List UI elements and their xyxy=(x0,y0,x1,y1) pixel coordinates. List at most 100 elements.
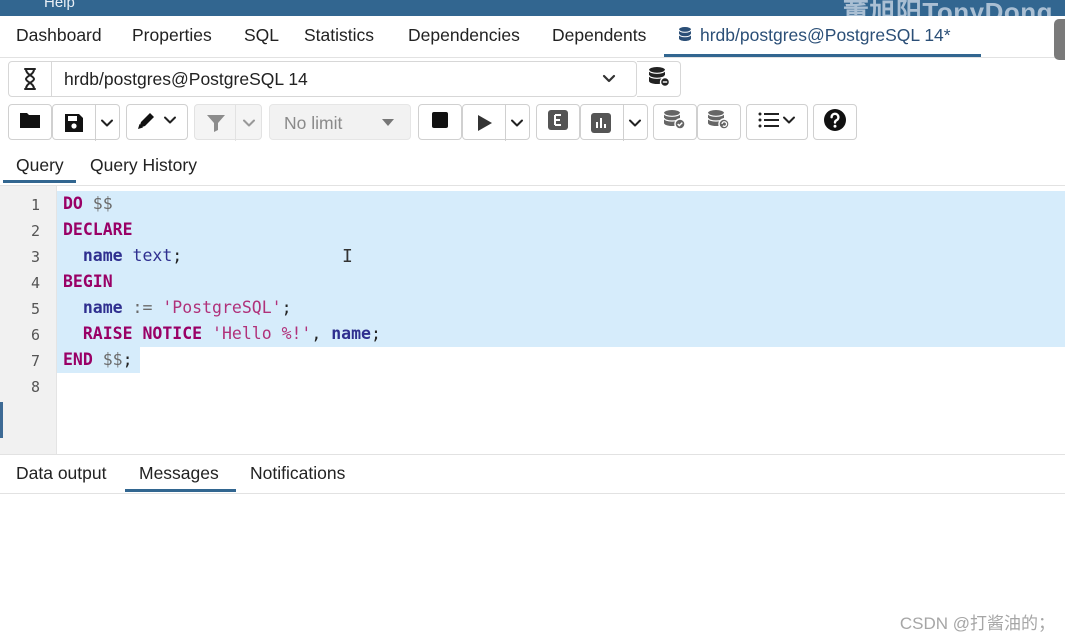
code-token: BEGIN xyxy=(63,272,113,291)
explain-analyze-button[interactable] xyxy=(580,104,648,141)
code-token: 'Hello %!' xyxy=(212,324,312,343)
list-icon xyxy=(758,111,780,134)
tab-statistics[interactable]: Statistics xyxy=(304,25,374,46)
query-toolbar: No limit xyxy=(0,104,1065,141)
code-line: BEGIN xyxy=(63,272,113,291)
chevron-down-icon xyxy=(163,113,177,132)
hourglass-icon xyxy=(9,62,52,96)
panel-resize-handle[interactable] xyxy=(0,402,3,438)
tab-properties[interactable]: Properties xyxy=(132,25,212,46)
code-token: END xyxy=(63,350,93,369)
code-line: DECLARE xyxy=(63,220,133,239)
tab-query[interactable]: Query xyxy=(16,155,64,176)
code-token: name xyxy=(331,324,371,343)
code-line: DO $$ xyxy=(63,194,113,213)
code-token: := xyxy=(122,298,163,317)
new-connection-button[interactable] xyxy=(637,61,681,97)
video-watermark: 董旭阳TonyDong xyxy=(842,0,1053,16)
active-query-tab-indicator xyxy=(3,180,76,183)
line-number: 4 xyxy=(30,274,40,292)
scrollbar-thumb[interactable] xyxy=(1054,19,1065,60)
sql-editor[interactable]: 1 2 3 4 5 6 7 8 DO $$ DECLARE name text;… xyxy=(0,186,1065,454)
code-line: END $$; xyxy=(63,350,133,369)
code-token: ; xyxy=(371,324,381,343)
chevron-down-icon xyxy=(100,116,114,135)
code-token: text xyxy=(122,246,173,265)
rollback-button[interactable] xyxy=(697,104,741,140)
code-token: $$ xyxy=(92,350,123,369)
tab-query-tool[interactable]: hrdb/postgres@PostgreSQL 14* xyxy=(678,25,951,48)
code-token: ; xyxy=(122,350,133,369)
chevron-down-icon xyxy=(242,116,256,135)
code-token: ; xyxy=(281,298,292,317)
code-token: ; xyxy=(172,246,183,265)
caret-down-icon xyxy=(382,119,394,126)
row-limit-value: No limit xyxy=(284,113,343,133)
filter-button[interactable] xyxy=(194,104,262,141)
code-line: name := 'PostgreSQL'; xyxy=(63,298,292,317)
bar-chart-icon xyxy=(591,113,611,138)
save-file-button[interactable] xyxy=(52,104,120,141)
code-token: 'PostgreSQL' xyxy=(162,298,282,317)
edit-menu-button[interactable] xyxy=(126,104,188,140)
database-rollback-icon xyxy=(707,109,731,136)
code-token: name xyxy=(82,246,123,265)
macros-button[interactable] xyxy=(746,104,808,140)
open-file-button[interactable] xyxy=(8,104,52,140)
help-button[interactable] xyxy=(813,104,857,140)
code-line: name text; xyxy=(63,246,182,265)
stop-query-button[interactable] xyxy=(418,104,462,140)
tab-sql[interactable]: SQL xyxy=(244,25,279,46)
stop-icon xyxy=(432,111,448,133)
code-token: DECLARE xyxy=(63,220,133,239)
code-token: RAISE xyxy=(82,324,133,343)
explain-icon xyxy=(548,109,568,135)
row-limit-select[interactable]: No limit xyxy=(269,104,411,140)
chevron-down-icon xyxy=(782,113,796,132)
chevron-down-icon xyxy=(510,116,524,135)
line-number: 2 xyxy=(30,222,40,240)
database-stack-icon xyxy=(647,66,670,93)
query-tab-bar: Query Query History xyxy=(0,146,1065,186)
chevron-down-icon xyxy=(628,116,642,135)
code-token: name xyxy=(82,298,123,317)
tab-query-tool-label: hrdb/postgres@PostgreSQL 14* xyxy=(700,25,951,45)
active-tab-indicator xyxy=(664,54,981,57)
code-token: NOTICE xyxy=(142,324,203,343)
tab-query-history[interactable]: Query History xyxy=(90,155,197,176)
line-number: 7 xyxy=(30,352,40,370)
active-results-tab-indicator xyxy=(125,489,236,492)
database-icon xyxy=(678,26,694,48)
line-number: 1 xyxy=(30,196,40,214)
tab-notifications[interactable]: Notifications xyxy=(250,463,345,484)
code-token: , xyxy=(311,324,332,343)
connection-value: hrdb/postgres@PostgreSQL 14 xyxy=(64,69,308,89)
tab-dependents[interactable]: Dependents xyxy=(552,25,646,46)
connection-select[interactable]: hrdb/postgres@PostgreSQL 14 xyxy=(8,61,637,97)
chevron-down-icon xyxy=(601,71,617,92)
tab-dashboard[interactable]: Dashboard xyxy=(16,25,102,46)
explain-button[interactable] xyxy=(536,104,580,140)
play-icon xyxy=(477,114,493,137)
menu-bar: Help 董旭阳TonyDong xyxy=(0,0,1065,16)
tab-data-output[interactable]: Data output xyxy=(16,463,106,484)
tab-messages[interactable]: Messages xyxy=(139,463,219,484)
execute-button[interactable] xyxy=(462,104,530,141)
pencil-icon xyxy=(137,110,161,135)
text-cursor-icon: I xyxy=(342,246,353,267)
panel-tab-bar: Dashboard Properties SQL Statistics Depe… xyxy=(0,16,1065,58)
menu-item-help[interactable]: Help xyxy=(44,0,75,11)
code-token: $$ xyxy=(82,194,113,213)
commit-button[interactable] xyxy=(653,104,697,140)
database-commit-icon xyxy=(663,109,687,136)
tab-dependencies[interactable]: Dependencies xyxy=(408,25,520,46)
save-icon xyxy=(64,113,84,138)
question-circle-icon xyxy=(823,108,847,137)
line-number: 3 xyxy=(30,248,40,266)
results-tab-bar: Data output Messages Notifications xyxy=(0,454,1065,494)
filter-icon xyxy=(206,114,226,137)
